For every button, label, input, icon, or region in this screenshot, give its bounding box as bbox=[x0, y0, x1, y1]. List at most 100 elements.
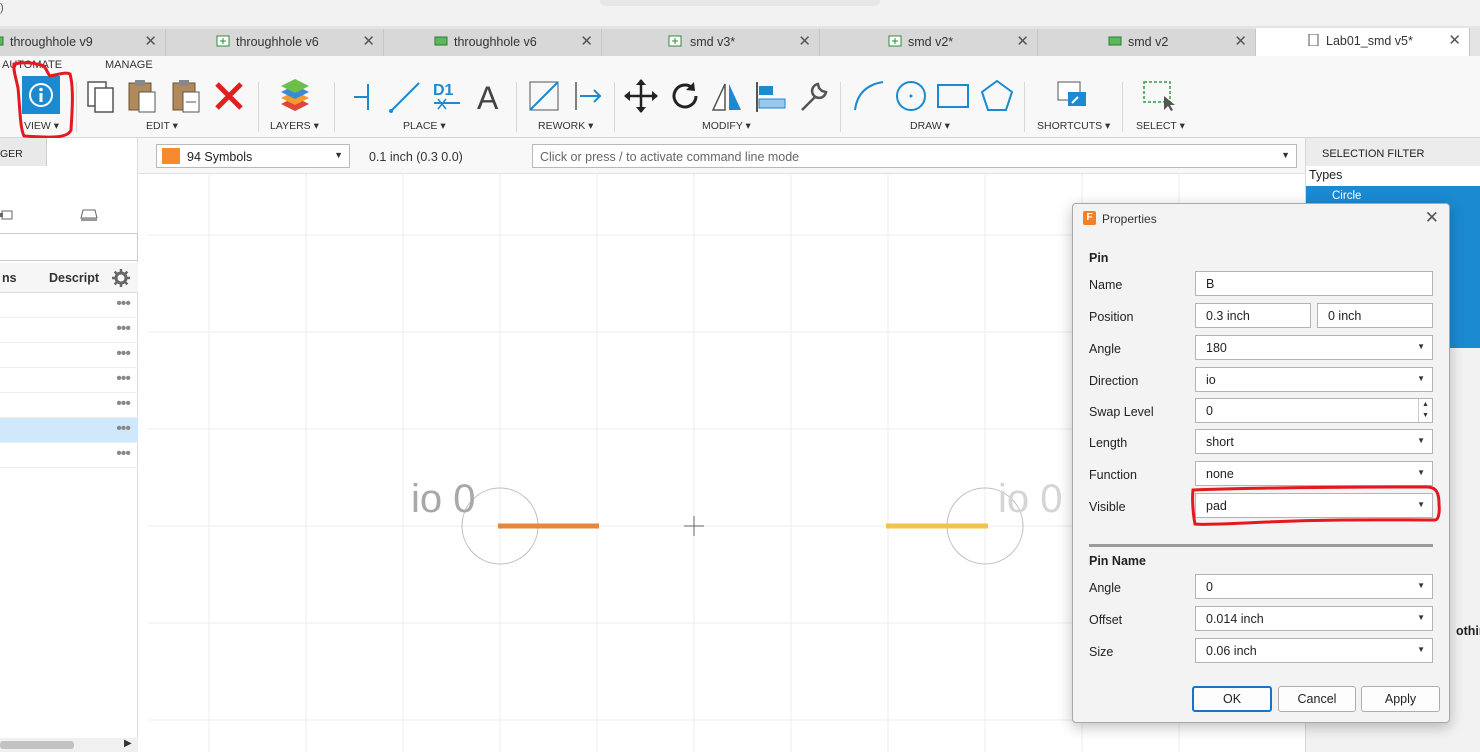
chevron-down-icon: ▼ bbox=[1417, 436, 1425, 445]
group-place[interactable]: PLACE ▾ bbox=[403, 120, 446, 132]
command-line-input[interactable]: Click or press / to activate command lin… bbox=[532, 144, 1297, 168]
close-icon[interactable]: ✕ bbox=[144, 32, 157, 50]
more-icon[interactable]: ••• bbox=[116, 395, 131, 413]
ribbon-tab-manage[interactable]: MANAGE bbox=[105, 59, 153, 71]
ok-button[interactable]: OK bbox=[1192, 686, 1272, 712]
offset-select[interactable]: 0.014 inch ▼ bbox=[1195, 606, 1433, 631]
table-row[interactable]: ••• bbox=[0, 343, 138, 368]
name-field[interactable]: B bbox=[1195, 271, 1433, 296]
close-icon[interactable]: ✕ bbox=[1425, 208, 1439, 228]
align-icon[interactable] bbox=[754, 78, 788, 114]
types-label: Types bbox=[1306, 166, 1480, 186]
chevron-down-icon[interactable]: ▼ bbox=[1281, 150, 1290, 160]
panel-tab[interactable]: GER bbox=[0, 138, 47, 166]
direction-select[interactable]: io ▼ bbox=[1195, 367, 1433, 392]
wire-icon[interactable] bbox=[388, 78, 422, 114]
more-icon[interactable]: ••• bbox=[116, 420, 131, 438]
more-icon[interactable]: ••• bbox=[116, 370, 131, 388]
circle-icon[interactable] bbox=[894, 78, 928, 114]
table-row[interactable]: ••• bbox=[0, 293, 138, 318]
tab-throughhole-v9[interactable]: throughhole v9 ✕ bbox=[0, 29, 166, 56]
column-header-name[interactable]: ns bbox=[2, 271, 17, 285]
more-icon[interactable]: ••• bbox=[116, 345, 131, 363]
swap-level-stepper[interactable]: 0 ▲ ▼ bbox=[1195, 398, 1433, 423]
layers-icon[interactable] bbox=[278, 78, 312, 114]
paste-icon[interactable] bbox=[126, 78, 160, 114]
component-icon[interactable] bbox=[0, 208, 14, 222]
type-item-circle[interactable]: Circle bbox=[1332, 190, 1361, 202]
group-select[interactable]: SELECT ▾ bbox=[1136, 120, 1185, 132]
horizontal-scrollbar[interactable]: ▶ bbox=[0, 738, 138, 752]
copy-icon[interactable] bbox=[86, 78, 120, 114]
position-y-field[interactable]: 0 inch bbox=[1317, 303, 1433, 328]
length-select[interactable]: short ▼ bbox=[1195, 429, 1433, 454]
scroll-right-icon[interactable]: ▶ bbox=[124, 738, 132, 749]
table-row[interactable]: ••• bbox=[0, 393, 138, 418]
filter-nothing-text: othin bbox=[1456, 624, 1480, 638]
group-view[interactable]: VIEW ▾ bbox=[24, 120, 59, 132]
shortcuts-icon[interactable] bbox=[1054, 78, 1088, 114]
gear-icon[interactable] bbox=[112, 269, 130, 287]
more-icon[interactable]: ••• bbox=[116, 320, 131, 338]
cancel-button[interactable]: Cancel bbox=[1278, 686, 1356, 712]
group-rework[interactable]: REWORK ▾ bbox=[538, 120, 593, 132]
tab-label: throughhole v9 bbox=[10, 35, 93, 49]
close-icon[interactable]: ✕ bbox=[1234, 32, 1247, 50]
rectangle-icon[interactable] bbox=[936, 78, 970, 114]
name-icon[interactable]: D1 bbox=[430, 78, 464, 114]
position-x-field[interactable]: 0.3 inch bbox=[1195, 303, 1311, 328]
polygon-icon[interactable] bbox=[980, 78, 1014, 114]
title-strip: ) bbox=[0, 0, 1480, 26]
apply-button[interactable]: Apply bbox=[1361, 686, 1440, 712]
panel-search-input[interactable] bbox=[0, 233, 138, 261]
tab-throughhole-v6-board[interactable]: throughhole v6 ✕ bbox=[384, 29, 602, 56]
pin-icon[interactable] bbox=[348, 78, 382, 114]
split-icon[interactable] bbox=[572, 78, 606, 114]
select-icon[interactable] bbox=[1142, 78, 1176, 114]
move-icon[interactable] bbox=[624, 78, 658, 114]
tab-lab01-smd-v5[interactable]: Lab01_smd v5* ✕ bbox=[1256, 28, 1470, 56]
group-shortcuts[interactable]: SHORTCUTS ▾ bbox=[1037, 120, 1110, 132]
miter-icon[interactable] bbox=[528, 78, 562, 114]
paste-special-icon[interactable] bbox=[170, 78, 204, 114]
tab-throughhole-v6-schematic[interactable]: throughhole v6 ✕ bbox=[166, 29, 384, 56]
table-row-selected[interactable]: ••• bbox=[0, 418, 138, 443]
pin-name-angle-select[interactable]: 0 ▼ bbox=[1195, 574, 1433, 599]
column-header-description[interactable]: Descript bbox=[49, 271, 99, 285]
angle-select[interactable]: 180 ▼ bbox=[1195, 335, 1433, 360]
table-row[interactable]: ••• bbox=[0, 368, 138, 393]
more-icon[interactable]: ••• bbox=[116, 445, 131, 463]
tab-smd-v3[interactable]: smd v3* ✕ bbox=[602, 29, 820, 56]
close-icon[interactable]: ✕ bbox=[798, 32, 811, 50]
group-edit[interactable]: EDIT ▾ bbox=[146, 120, 178, 132]
tab-label: Lab01_smd v5* bbox=[1326, 34, 1413, 48]
schematic-icon bbox=[216, 35, 230, 47]
text-icon[interactable]: A bbox=[474, 78, 508, 114]
ribbon-tab-automate[interactable]: AUTOMATE bbox=[2, 59, 62, 71]
info-view-icon[interactable] bbox=[22, 76, 60, 114]
stepper-arrows-icon[interactable]: ▲ ▼ bbox=[1418, 399, 1432, 422]
wrench-icon[interactable] bbox=[796, 78, 830, 114]
scrollbar-thumb[interactable] bbox=[0, 741, 74, 749]
rotate-icon[interactable] bbox=[668, 78, 702, 114]
layer-select[interactable]: 94 Symbols ▼ bbox=[156, 144, 350, 168]
table-row[interactable]: ••• bbox=[0, 318, 138, 343]
close-icon[interactable]: ✕ bbox=[580, 32, 593, 50]
close-icon[interactable]: ✕ bbox=[1448, 31, 1461, 49]
group-layers[interactable]: LAYERS ▾ bbox=[270, 120, 319, 132]
package-icon[interactable] bbox=[80, 207, 98, 223]
group-draw[interactable]: DRAW ▾ bbox=[910, 120, 950, 132]
tab-smd-v2-schematic[interactable]: smd v2* ✕ bbox=[820, 29, 1038, 56]
more-icon[interactable]: ••• bbox=[116, 295, 131, 313]
close-icon[interactable]: ✕ bbox=[362, 32, 375, 50]
size-select[interactable]: 0.06 inch ▼ bbox=[1195, 638, 1433, 663]
table-row[interactable]: ••• bbox=[0, 443, 138, 468]
mirror-icon[interactable] bbox=[710, 78, 744, 114]
arc-icon[interactable] bbox=[852, 78, 886, 114]
group-modify[interactable]: MODIFY ▾ bbox=[702, 120, 751, 132]
visible-select[interactable]: pad ▼ bbox=[1195, 493, 1433, 518]
function-select[interactable]: none ▼ bbox=[1195, 461, 1433, 486]
tab-smd-v2-board[interactable]: smd v2 ✕ bbox=[1038, 29, 1256, 56]
delete-icon[interactable] bbox=[212, 78, 246, 114]
close-icon[interactable]: ✕ bbox=[1016, 32, 1029, 50]
